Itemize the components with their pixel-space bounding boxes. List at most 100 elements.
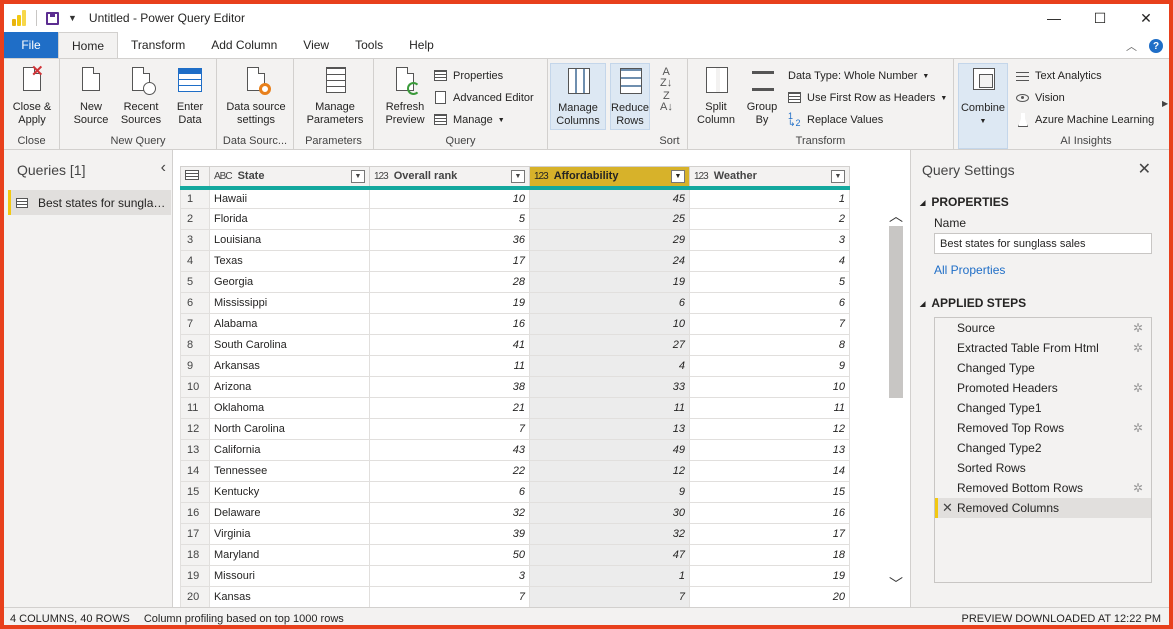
quick-access-dropdown-icon[interactable]: ▼ — [68, 13, 77, 23]
close-window-button[interactable]: ✕ — [1123, 4, 1169, 32]
scroll-down-icon[interactable]: ﹀ — [888, 574, 904, 594]
table-row[interactable]: 15 Kentucky 6 9 15 — [180, 481, 850, 503]
applied-step[interactable]: Promoted Headers ✲ — [935, 378, 1151, 398]
select-all-corner[interactable] — [180, 166, 210, 190]
table-row[interactable]: 16 Delaware 32 30 16 — [180, 502, 850, 524]
cell-number[interactable]: 38 — [369, 376, 530, 398]
recent-sources-button[interactable]: Recent Sources — [116, 65, 166, 127]
cell-number[interactable]: 22 — [369, 460, 530, 482]
row-number[interactable]: 19 — [180, 565, 210, 587]
manage-button[interactable]: Manage ▼ — [434, 111, 505, 129]
cell-number[interactable]: 45 — [529, 187, 690, 209]
use-first-row-headers-button[interactable]: Use First Row as Headers ▼ — [788, 89, 947, 107]
row-number[interactable]: 14 — [180, 460, 210, 482]
number-type-icon[interactable]: 123 — [374, 171, 389, 182]
cell-number[interactable]: 11 — [689, 397, 850, 419]
collapse-queries-icon[interactable]: ‹ — [161, 159, 166, 177]
group-by-button[interactable]: Group By — [742, 65, 782, 127]
combine-button[interactable]: Combine ▼ — [958, 63, 1008, 149]
cell-state[interactable]: Alabama — [209, 313, 370, 335]
row-number[interactable]: 20 — [180, 586, 210, 608]
applied-step[interactable]: Changed Type — [935, 358, 1151, 378]
row-number[interactable]: 17 — [180, 523, 210, 545]
row-number[interactable]: 2 — [180, 208, 210, 230]
table-row[interactable]: 4 Texas 17 24 4 — [180, 250, 850, 272]
cell-number[interactable]: 32 — [369, 502, 530, 524]
cell-number[interactable]: 5 — [689, 271, 850, 293]
filter-dropdown-icon[interactable]: ▼ — [671, 170, 685, 183]
cell-number[interactable]: 3 — [369, 565, 530, 587]
tab-home[interactable]: Home — [58, 32, 119, 59]
cell-number[interactable]: 25 — [529, 208, 690, 230]
tab-add-column[interactable]: Add Column — [198, 32, 290, 58]
cell-state[interactable]: Hawaii — [209, 187, 370, 209]
row-number[interactable]: 10 — [180, 376, 210, 398]
table-row[interactable]: 19 Missouri 3 1 19 — [180, 565, 850, 587]
properties-button[interactable]: Properties — [434, 67, 503, 85]
split-column-button[interactable]: Split Column — [692, 65, 740, 127]
cell-number[interactable]: 30 — [529, 502, 690, 524]
cell-number[interactable]: 9 — [529, 481, 690, 503]
table-row[interactable]: 11 Oklahoma 21 11 11 — [180, 397, 850, 419]
filter-dropdown-icon[interactable]: ▼ — [511, 170, 525, 183]
table-row[interactable]: 10 Arizona 38 33 10 — [180, 376, 850, 398]
azure-ml-button[interactable]: Azure Machine Learning — [1016, 111, 1154, 129]
table-row[interactable]: 3 Louisiana 36 29 3 — [180, 229, 850, 251]
cell-number[interactable]: 24 — [529, 250, 690, 272]
cell-number[interactable]: 33 — [529, 376, 690, 398]
new-source-button[interactable]: New Source — [66, 65, 116, 127]
cell-number[interactable]: 47 — [529, 544, 690, 566]
cell-number[interactable]: 27 — [529, 334, 690, 356]
cell-number[interactable]: 19 — [689, 565, 850, 587]
row-number[interactable]: 18 — [180, 544, 210, 566]
cell-number[interactable]: 16 — [369, 313, 530, 335]
applied-step[interactable]: Sorted Rows — [935, 458, 1151, 478]
cell-number[interactable]: 13 — [689, 439, 850, 461]
column-header-overall-rank[interactable]: 123 Overall rank ▼ — [369, 166, 530, 190]
cell-number[interactable]: 2 — [689, 208, 850, 230]
cell-state[interactable]: Arizona — [209, 376, 370, 398]
cell-number[interactable]: 4 — [529, 355, 690, 377]
cell-state[interactable]: Virginia — [209, 523, 370, 545]
row-number[interactable]: 6 — [180, 292, 210, 314]
cell-number[interactable]: 16 — [689, 502, 850, 524]
refresh-preview-button[interactable]: Refresh Preview — [378, 65, 432, 127]
applied-step[interactable]: Source ✲ — [935, 318, 1151, 338]
delete-step-icon[interactable]: ✕ — [942, 500, 953, 516]
minimize-button[interactable]: — — [1031, 4, 1077, 32]
data-source-settings-button[interactable]: Data source settings — [221, 65, 291, 127]
close-icon[interactable]: ✕ — [1138, 159, 1151, 179]
cell-state[interactable]: Delaware — [209, 502, 370, 524]
cell-state[interactable]: North Carolina — [209, 418, 370, 440]
tab-tools[interactable]: Tools — [342, 32, 396, 58]
row-number[interactable]: 12 — [180, 418, 210, 440]
row-number[interactable]: 7 — [180, 313, 210, 335]
table-row[interactable]: 8 South Carolina 41 27 8 — [180, 334, 850, 356]
cell-number[interactable]: 19 — [529, 271, 690, 293]
table-row[interactable]: 20 Kansas 7 7 20 — [180, 586, 850, 608]
cell-number[interactable]: 11 — [369, 355, 530, 377]
tab-help[interactable]: Help — [396, 32, 447, 58]
table-row[interactable]: 14 Tennessee 22 12 14 — [180, 460, 850, 482]
cell-number[interactable]: 6 — [689, 292, 850, 314]
step-settings-gear-icon[interactable]: ✲ — [1133, 381, 1143, 395]
cell-state[interactable]: Maryland — [209, 544, 370, 566]
close-apply-button[interactable]: ✕ Close & Apply — [8, 64, 56, 127]
cell-number[interactable]: 7 — [369, 586, 530, 608]
cell-number[interactable]: 6 — [529, 292, 690, 314]
cell-number[interactable]: 1 — [529, 565, 690, 587]
table-row[interactable]: 12 North Carolina 7 13 12 — [180, 418, 850, 440]
cell-state[interactable]: Georgia — [209, 271, 370, 293]
help-icon[interactable]: ? — [1149, 39, 1163, 53]
vertical-scrollbar[interactable]: ︿ ﹀ — [888, 206, 904, 594]
ribbon-scroll-right-icon[interactable]: ▶ — [1162, 99, 1168, 108]
profiling-status[interactable]: Column profiling based on top 1000 rows — [144, 613, 344, 625]
cell-number[interactable]: 39 — [369, 523, 530, 545]
table-menu-icon[interactable] — [185, 169, 199, 180]
row-number[interactable]: 8 — [180, 334, 210, 356]
tab-file[interactable]: File — [4, 32, 58, 58]
maximize-button[interactable]: ☐ — [1077, 4, 1123, 32]
row-number[interactable]: 15 — [180, 481, 210, 503]
cell-number[interactable]: 7 — [689, 313, 850, 335]
filter-dropdown-icon[interactable]: ▼ — [351, 170, 365, 183]
